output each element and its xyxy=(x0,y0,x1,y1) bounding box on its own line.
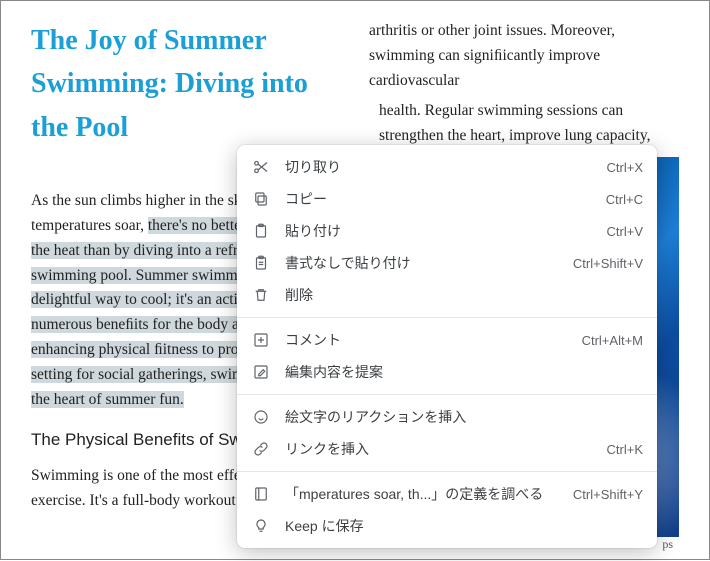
menu-item-copy[interactable]: コピー Ctrl+C xyxy=(237,183,657,215)
trash-icon xyxy=(251,285,271,305)
paragraph-col2-b[interactable]: health. Regular swimming sessions can st… xyxy=(369,99,679,149)
smile-icon xyxy=(251,407,271,427)
menu-item-label: 削除 xyxy=(285,285,643,305)
plus-box-icon xyxy=(251,330,271,350)
menu-item-label: 編集内容を提案 xyxy=(285,362,643,382)
dictionary-icon xyxy=(251,484,271,504)
menu-item-suggest[interactable]: 編集内容を提案 xyxy=(237,356,657,388)
menu-item-delete[interactable]: 削除 xyxy=(237,279,657,311)
menu-item-shortcut: Ctrl+Shift+V xyxy=(573,256,643,271)
menu-item-paste-plain[interactable]: 書式なしで貼り付け Ctrl+Shift+V xyxy=(237,247,657,279)
copy-icon xyxy=(251,189,271,209)
menu-item-label: 書式なしで貼り付け xyxy=(285,253,561,273)
menu-item-shortcut: Ctrl+K xyxy=(607,442,643,457)
menu-item-label: Keep に保存 xyxy=(285,516,643,536)
pencil-box-icon xyxy=(251,362,271,382)
menu-item-comment[interactable]: コメント Ctrl+Alt+M xyxy=(237,324,657,356)
menu-item-label: 切り取り xyxy=(285,157,595,177)
menu-item-emoji-react[interactable]: 絵文字のリアクションを挿入 xyxy=(237,401,657,433)
menu-separator xyxy=(237,394,657,395)
menu-item-shortcut: Ctrl+C xyxy=(606,192,643,207)
menu-item-paste[interactable]: 貼り付け Ctrl+V xyxy=(237,215,657,247)
menu-item-link[interactable]: リンクを挿入 Ctrl+K xyxy=(237,433,657,465)
menu-item-cut[interactable]: 切り取り Ctrl+X xyxy=(237,151,657,183)
scissors-icon xyxy=(251,157,271,177)
menu-item-shortcut: Ctrl+X xyxy=(607,160,643,175)
menu-item-shortcut: Ctrl+Shift+Y xyxy=(573,487,643,502)
menu-item-label: コピー xyxy=(285,189,594,209)
menu-item-shortcut: Ctrl+Alt+M xyxy=(582,333,643,348)
menu-item-label: コメント xyxy=(285,330,570,350)
menu-item-label: 絵文字のリアクションを挿入 xyxy=(285,407,643,427)
clipboard-text-icon xyxy=(251,253,271,273)
menu-separator xyxy=(237,317,657,318)
paragraph-col2-a[interactable]: arthritis or other joint issues. Moreove… xyxy=(369,19,679,93)
menu-item-shortcut: Ctrl+V xyxy=(607,224,643,239)
menu-item-define[interactable]: 「mperatures soar, th...」の定義を調べる Ctrl+Shif… xyxy=(237,478,657,510)
context-menu[interactable]: 切り取り Ctrl+X コピー Ctrl+C 貼り付け Ctrl+V 書式なしで貼り付け Ct… xyxy=(237,145,657,548)
menu-item-keep[interactable]: Keep に保存 xyxy=(237,510,657,542)
clipboard-icon xyxy=(251,221,271,241)
menu-separator xyxy=(237,471,657,472)
bulb-icon xyxy=(251,516,271,536)
article-title: The Joy of Summer Swimming: Diving into … xyxy=(31,19,341,149)
menu-item-label: リンクを挿入 xyxy=(285,439,595,459)
menu-item-label: 貼り付け xyxy=(285,221,595,241)
link-icon xyxy=(251,439,271,459)
menu-item-label: 「mperatures soar, th...」の定義を調べる xyxy=(285,484,561,504)
